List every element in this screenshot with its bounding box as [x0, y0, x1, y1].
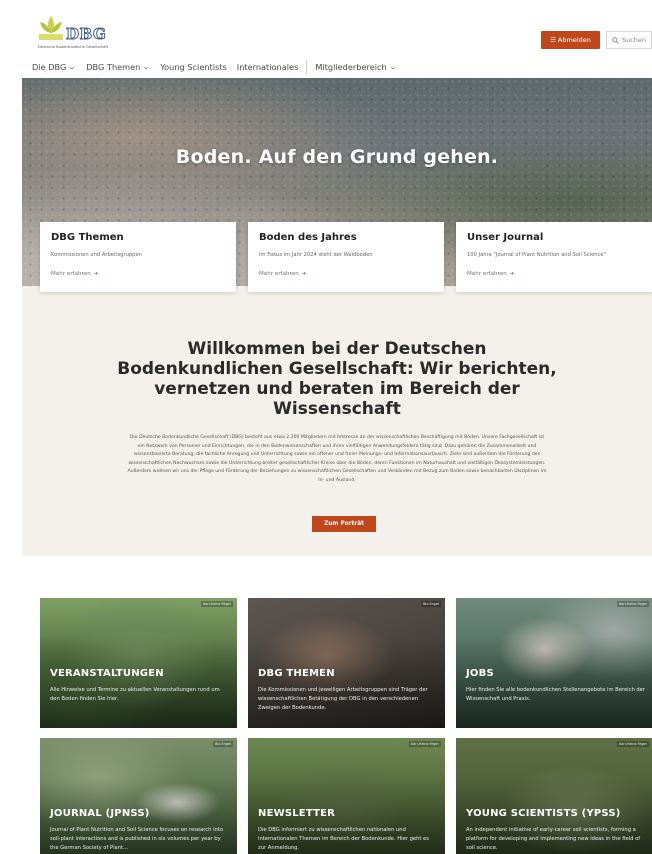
read-more-link[interactable]: Mehr erfahren ➜ [467, 271, 641, 277]
feature-card-unser-journal[interactable]: Unser Journal 100 Jahre "Journal of Plan… [456, 222, 652, 292]
tile-title: NEWSLETTER [258, 808, 336, 819]
nav-label: Mitgliederbereich [315, 62, 387, 72]
tile-description: Alle Hinweise und Termine zu aktuellen V… [50, 687, 220, 702]
feature-card-boden-des-jahres[interactable]: Boden des Jahres Im Fokus im Jahr 2024 s… [248, 222, 444, 292]
photo-credit: Karl-Heinz Feger [617, 601, 649, 607]
photo-credit: Karl-Heinz Feger [201, 601, 233, 607]
main-navigation: Die DBG ⌄ DBG Themen ⌄ Young Scientists … [32, 59, 397, 75]
search-icon [612, 36, 619, 44]
tile-description: Die DBG informiert zu wissenschaftlichen… [258, 827, 429, 851]
nav-item-young-scientists[interactable]: Young Scientists [160, 62, 227, 72]
card-subtitle: Im Fokus im Jahr 2024 steht der Waldbode… [259, 252, 373, 258]
nav-label: Die DBG [32, 62, 67, 72]
tile-description: Hier finden Sie alle bodenkundlichen Ste… [466, 687, 645, 702]
site-header: DBG Deutsche Bodenkundliche Gesellschaft… [0, 0, 652, 78]
nav-label: Internationales [236, 62, 299, 72]
feature-card-dbg-themen[interactable]: DBG Themen Kommissionen und Arbeitsgrupp… [40, 222, 236, 292]
nav-label: DBG Themen [86, 62, 141, 72]
tile-title: JOURNAL (JPNSS) [50, 808, 150, 819]
search-label: Suchen [621, 36, 647, 44]
hero-title: Boden. Auf den Grund gehen. [175, 146, 499, 168]
photo-credit: Bio Engel [213, 741, 233, 747]
welcome-heading: Willkommen bei der Deutschen Bodenkundli… [117, 339, 557, 419]
logo-subtitle: Deutsche Bodenkundliche Gesellschaft [38, 45, 109, 49]
tile-young-scientists[interactable]: Karl-Heinz Feger YOUNG SCIENTISTS (YPSS)… [456, 738, 652, 854]
logout-label: Abmelden [557, 36, 591, 44]
welcome-body-text: Die Deutsche Bodenkundliche Gesellschaft… [127, 435, 547, 483]
nav-divider [306, 60, 308, 74]
photo-credit: Bio Engel [421, 601, 441, 607]
tile-description: Die Kommissionen und jeweiligen Arbeitsg… [258, 687, 428, 711]
tile-dbg-themen[interactable]: Bio Engel DBG THEMEN Die Kommissionen un… [248, 598, 445, 728]
tile-description: An independent initiative of early-caree… [466, 827, 641, 851]
tile-title: YOUNG SCIENTISTS (YPSS) [466, 808, 621, 819]
tile-journal-jpnss[interactable]: Bio Engel JOURNAL (JPNSS) Journal of Pla… [40, 738, 237, 854]
tile-newsletter[interactable]: Karl-Heinz Feger NEWSLETTER Die DBG info… [248, 738, 445, 854]
search-button[interactable]: Suchen [606, 31, 652, 49]
nav-item-dbg-themen[interactable]: DBG Themen ⌄ [86, 62, 151, 72]
read-more-link[interactable]: Mehr erfahren ➜ [51, 271, 225, 277]
tile-title: VERANSTALTUNGEN [50, 668, 164, 679]
portrait-button[interactable]: Zum Porträt [312, 516, 376, 532]
nav-item-die-dbg[interactable]: Die DBG ⌄ [32, 62, 77, 72]
photo-credit: Karl-Heinz Feger [617, 741, 649, 747]
tile-title: JOBS [466, 668, 494, 679]
tile-description: Journal of Plant Nutrition and Soil Scie… [50, 827, 224, 851]
dbg-logo[interactable]: DBG Deutsche Bodenkundliche Gesellschaft [38, 14, 118, 54]
logo-wordmark: DBG [65, 25, 107, 44]
tile-jobs[interactable]: Karl-Heinz Feger JOBS Hier finden Sie al… [456, 598, 652, 728]
read-more-link[interactable]: Mehr erfahren ➜ [259, 271, 433, 277]
nav-label: Young Scientists [160, 62, 227, 72]
leaf-logo-icon [39, 16, 63, 40]
chevron-down-icon: ⌄ [388, 63, 397, 71]
photo-credit: Karl-Heinz Feger [409, 741, 441, 747]
chevron-down-icon: ⌄ [142, 63, 151, 71]
card-subtitle: Kommissionen und Arbeitsgruppen [51, 252, 142, 258]
card-title: Boden des Jahres [259, 232, 357, 243]
arrow-right-icon: ➜ [301, 271, 306, 277]
logout-button[interactable]: ☰ Abmelden [541, 31, 600, 49]
card-title: DBG Themen [51, 232, 124, 243]
logout-icon: ☰ [550, 36, 556, 44]
chevron-down-icon: ⌄ [68, 63, 77, 71]
tile-veranstaltungen[interactable]: Karl-Heinz Feger VERANSTALTUNGEN Alle Hi… [40, 598, 237, 728]
nav-item-internationales[interactable]: Internationales [237, 62, 299, 72]
arrow-right-icon: ➜ [509, 271, 514, 277]
card-title: Unser Journal [467, 232, 544, 243]
welcome-section: Willkommen bei der Deutschen Bodenkundli… [22, 286, 652, 556]
arrow-right-icon: ➜ [93, 271, 98, 277]
card-subtitle: 100 Jahre "Journal of Plant Nutrition an… [467, 252, 607, 258]
tile-title: DBG THEMEN [258, 668, 335, 679]
nav-item-mitgliederbereich[interactable]: Mitgliederbereich ⌄ [315, 62, 397, 72]
